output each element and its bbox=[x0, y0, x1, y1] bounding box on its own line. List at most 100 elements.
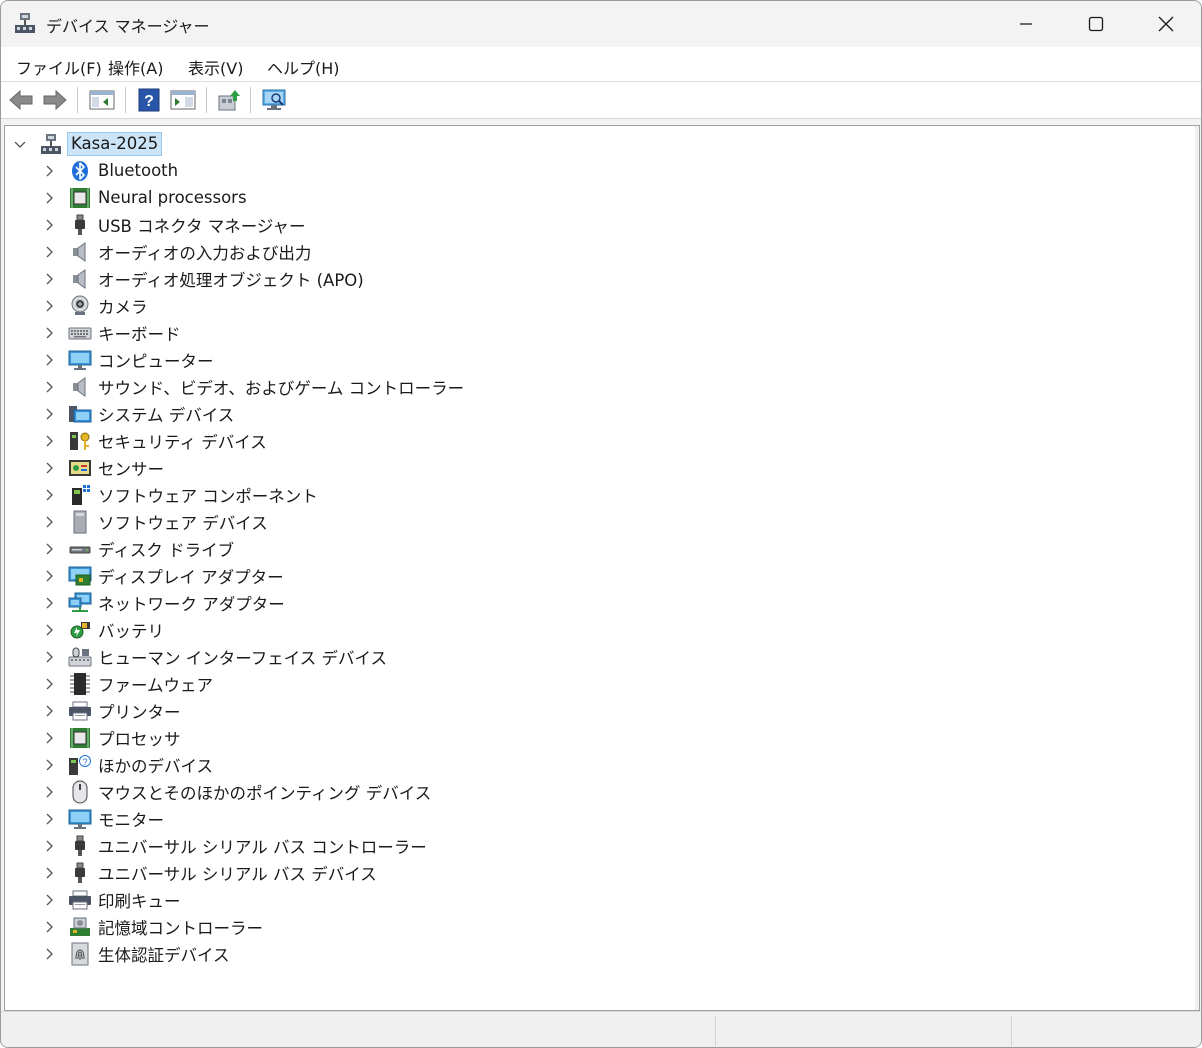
chevron-right-icon[interactable] bbox=[42, 785, 56, 799]
chevron-right-icon[interactable] bbox=[42, 893, 56, 907]
chevron-right-icon[interactable] bbox=[42, 569, 56, 583]
tree-node[interactable]: ? ほかのデバイス bbox=[42, 751, 213, 778]
tree-node[interactable]: ソフトウェア デバイス bbox=[42, 508, 268, 535]
tree-node[interactable]: ユニバーサル シリアル バス コントローラー bbox=[42, 832, 427, 859]
tree-node-label: セキュリティ デバイス bbox=[98, 432, 267, 452]
tree-node[interactable]: ヒューマン インターフェイス デバイス bbox=[42, 643, 387, 670]
tree-node-label: 記憶域コントローラー bbox=[98, 918, 263, 938]
show-hide-console-tree-icon bbox=[89, 90, 115, 110]
toolbar-divider bbox=[77, 87, 78, 113]
chevron-right-icon[interactable] bbox=[42, 596, 56, 610]
maximize-button[interactable] bbox=[1061, 1, 1131, 47]
tree-node[interactable]: ユニバーサル シリアル バス デバイス bbox=[42, 859, 377, 886]
scan-hardware-icon bbox=[262, 89, 286, 110]
tree-node[interactable]: コンピューター bbox=[42, 346, 214, 373]
menu-help[interactable]: ヘルプ(H) bbox=[267, 55, 340, 79]
chevron-right-icon[interactable] bbox=[42, 380, 56, 394]
tree-node-label: バッテリ bbox=[98, 621, 164, 641]
chevron-right-icon[interactable] bbox=[42, 542, 56, 556]
chevron-right-icon[interactable] bbox=[42, 704, 56, 718]
chevron-right-icon[interactable] bbox=[42, 326, 56, 340]
back-button[interactable] bbox=[7, 87, 35, 113]
forward-button[interactable] bbox=[41, 87, 69, 113]
tree-node[interactable]: センサー bbox=[42, 454, 164, 481]
tree-node-label: コンピューター bbox=[98, 351, 214, 371]
chevron-right-icon[interactable] bbox=[42, 461, 56, 475]
tree-node[interactable]: ディスプレイ アダプター bbox=[42, 562, 284, 589]
tree-root-label[interactable]: Kasa-2025 bbox=[67, 131, 163, 156]
chevron-right-icon[interactable] bbox=[42, 812, 56, 826]
chevron-right-icon[interactable] bbox=[42, 245, 56, 259]
bluetooth-icon bbox=[68, 159, 92, 183]
chevron-right-icon[interactable] bbox=[42, 623, 56, 637]
chevron-right-icon[interactable] bbox=[42, 299, 56, 313]
tree-node[interactable]: オーディオの入力および出力 bbox=[42, 238, 311, 265]
tree-node[interactable]: キーボード bbox=[42, 319, 181, 346]
tree-node-label: ディスク ドライブ bbox=[98, 540, 235, 560]
chevron-right-icon[interactable] bbox=[42, 407, 56, 421]
tree-node[interactable]: カメラ bbox=[42, 292, 148, 319]
close-button[interactable] bbox=[1131, 1, 1201, 47]
chevron-right-icon[interactable] bbox=[42, 731, 56, 745]
tree-node[interactable]: プロセッサ bbox=[42, 724, 181, 751]
chevron-down-icon[interactable] bbox=[13, 137, 27, 151]
tree-node-label: センサー bbox=[98, 459, 164, 479]
help-button[interactable]: ? bbox=[135, 87, 163, 113]
show-hide-console-tree-button[interactable] bbox=[88, 87, 116, 113]
vertical-scrollbar[interactable] bbox=[1195, 126, 1199, 1010]
tree-node[interactable]: プリンター bbox=[42, 697, 181, 724]
chevron-right-icon[interactable] bbox=[42, 758, 56, 772]
tree-node-label: 印刷キュー bbox=[98, 891, 181, 911]
tree-node[interactable]: 記憶域コントローラー bbox=[42, 913, 263, 940]
tree-root-node[interactable]: Kasa-2025 bbox=[13, 130, 163, 157]
tree-node-label: カメラ bbox=[98, 297, 148, 317]
tree-node[interactable]: ファームウェア bbox=[42, 670, 213, 697]
chevron-right-icon[interactable] bbox=[42, 677, 56, 691]
chevron-right-icon[interactable] bbox=[42, 434, 56, 448]
display-adapter-icon bbox=[68, 564, 92, 588]
chevron-right-icon[interactable] bbox=[42, 920, 56, 934]
chevron-right-icon[interactable] bbox=[42, 218, 56, 232]
chevron-right-icon[interactable] bbox=[42, 488, 56, 502]
tree-node[interactable]: サウンド、ビデオ、およびゲーム コントローラー bbox=[42, 373, 464, 400]
scan-hardware-button[interactable] bbox=[261, 87, 289, 113]
tree-node[interactable]: ディスク ドライブ bbox=[42, 535, 234, 562]
chevron-right-icon[interactable] bbox=[42, 947, 56, 961]
tree-node[interactable]: システム デバイス bbox=[42, 400, 234, 427]
tree-node[interactable]: バッテリ bbox=[42, 616, 164, 643]
chevron-right-icon[interactable] bbox=[42, 191, 56, 205]
menu-bar: ファイル(F) 操作(A) 表示(V) ヘルプ(H) bbox=[1, 47, 1201, 81]
chevron-right-icon[interactable] bbox=[42, 353, 56, 367]
toolbar-divider bbox=[250, 87, 251, 113]
tree-node[interactable]: Neural processors bbox=[42, 184, 247, 211]
chevron-right-icon[interactable] bbox=[42, 650, 56, 664]
update-driver-button[interactable] bbox=[215, 87, 243, 113]
tree-node[interactable]: オーディオ処理オブジェクト (APO) bbox=[42, 265, 364, 292]
tree-node[interactable]: 印刷キュー bbox=[42, 886, 181, 913]
tree-node[interactable]: マウスとそのほかのポインティング デバイス bbox=[42, 778, 431, 805]
help-icon: ? bbox=[138, 88, 160, 112]
chevron-right-icon[interactable] bbox=[42, 272, 56, 286]
chevron-right-icon[interactable] bbox=[42, 515, 56, 529]
tree-node[interactable]: 生体認証デバイス bbox=[42, 940, 230, 967]
menu-action[interactable]: 操作(A) bbox=[108, 55, 163, 79]
chevron-right-icon[interactable] bbox=[42, 866, 56, 880]
minimize-button[interactable] bbox=[991, 1, 1061, 47]
firmware-chip-icon bbox=[68, 672, 92, 696]
tree-node-label: ほかのデバイス bbox=[98, 756, 214, 776]
window-title: デバイス マネージャー bbox=[46, 17, 210, 36]
device-manager-app-icon bbox=[15, 13, 35, 33]
system-folder-icon bbox=[68, 402, 92, 426]
tree-node[interactable]: USB コネクタ マネージャー bbox=[42, 211, 306, 238]
menu-view[interactable]: 表示(V) bbox=[188, 55, 243, 79]
tree-node[interactable]: セキュリティ デバイス bbox=[42, 427, 267, 454]
menu-file[interactable]: ファイル(F) bbox=[16, 55, 102, 79]
tree-node[interactable]: モニター bbox=[42, 805, 164, 832]
svg-text:?: ? bbox=[144, 93, 154, 110]
chevron-right-icon[interactable] bbox=[42, 839, 56, 853]
properties-pane-button[interactable] bbox=[169, 87, 197, 113]
tree-node[interactable]: Bluetooth bbox=[42, 157, 178, 184]
chevron-right-icon[interactable] bbox=[42, 164, 56, 178]
tree-node[interactable]: ソフトウェア コンポーネント bbox=[42, 481, 318, 508]
tree-node[interactable]: ネットワーク アダプター bbox=[42, 589, 285, 616]
